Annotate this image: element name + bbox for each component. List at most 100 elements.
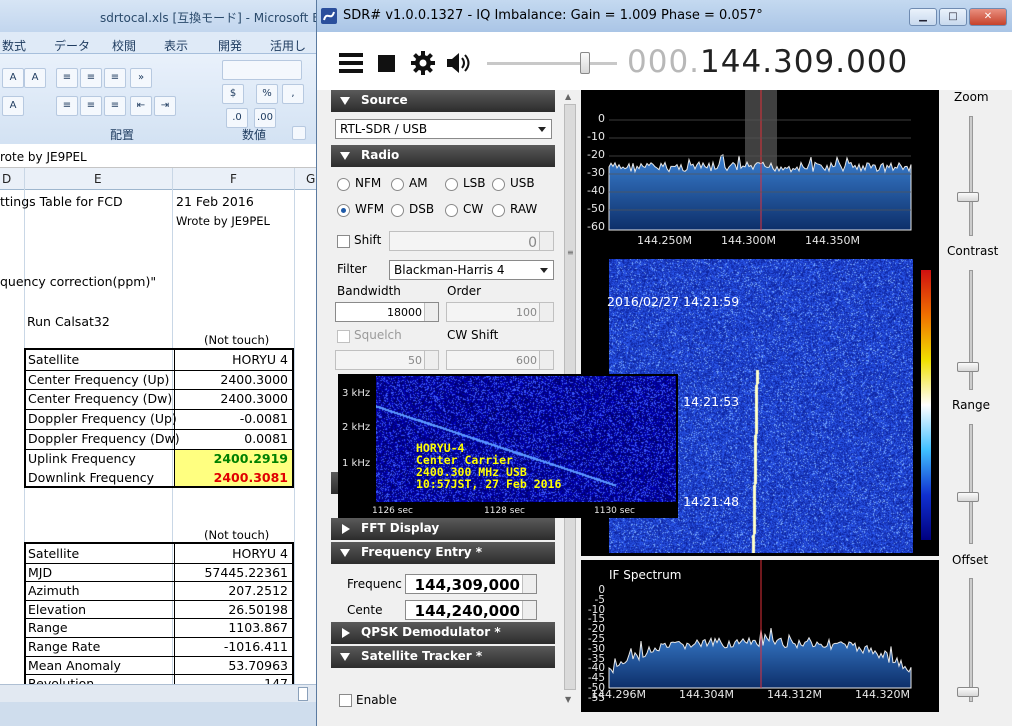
orientation-icon[interactable]: » xyxy=(130,68,152,88)
bandwidth-spinner[interactable]: 18000 xyxy=(335,302,439,322)
stop-icon[interactable] xyxy=(378,55,395,72)
table-cell-value[interactable]: 2400.3000 xyxy=(220,391,288,406)
order-spinner[interactable]: 100 xyxy=(446,302,554,322)
table-cell-label[interactable]: Uplink Frequency xyxy=(28,451,136,466)
cwshift-spinner[interactable]: 600 xyxy=(446,350,554,370)
range-slider[interactable] xyxy=(969,424,973,544)
table-cell-label[interactable]: Mean Anomaly xyxy=(28,658,121,673)
currency-icon[interactable]: $ xyxy=(222,84,244,104)
align-top-icon[interactable]: ≡ xyxy=(56,68,78,88)
align-left-icon[interactable]: ≡ xyxy=(56,96,78,116)
radio-usb[interactable] xyxy=(492,178,505,191)
volume-thumb[interactable] xyxy=(580,52,590,74)
table-cell-value[interactable]: -1016.411 xyxy=(224,639,288,654)
freq-main-digits[interactable]: 144.309.000 xyxy=(700,44,908,80)
table-cell-label[interactable]: MJD xyxy=(28,565,52,580)
source-select[interactable]: RTL-SDR / USB xyxy=(335,119,552,139)
speaker-icon[interactable] xyxy=(446,52,472,74)
decimal-increase-icon[interactable]: .0 xyxy=(226,108,248,128)
table-cell-label[interactable]: Center Frequency (Up) xyxy=(28,372,169,387)
shift-checkbox[interactable] xyxy=(337,235,350,248)
table-cell-value[interactable]: 207.2512 xyxy=(228,583,288,598)
section-satellite-tracker[interactable]: Satellite Tracker * xyxy=(331,646,555,668)
squelch-checkbox[interactable] xyxy=(337,330,350,343)
radio-raw[interactable] xyxy=(492,204,505,217)
table-cell-value[interactable]: 53.70963 xyxy=(228,658,288,673)
contrast-thumb[interactable] xyxy=(957,362,979,372)
section-fft-display[interactable]: FFT Display xyxy=(331,518,555,540)
cell-e-run-calsat[interactable]: Run Calsat32 xyxy=(27,314,110,329)
cente-spinner[interactable]: 144,240,000 xyxy=(405,600,537,620)
cell-e-freq-correction[interactable]: quency correction(ppm)" xyxy=(0,274,156,289)
tab-developer[interactable]: 開発 xyxy=(218,37,242,54)
formula-bar[interactable]: rote by JE9PEL xyxy=(0,144,316,168)
cell-note-2[interactable]: (Not touch) xyxy=(204,528,269,542)
if-spectrum-display[interactable]: IF Spectrum 0 -5 -10 -15 -20 -25 -30 -35 -40 -45-… xyxy=(581,560,939,712)
align-middle-icon[interactable]: ≡ xyxy=(80,68,102,88)
range-thumb[interactable] xyxy=(957,492,979,502)
table-cell-label[interactable]: Downlink Frequency xyxy=(28,470,154,485)
percent-icon[interactable]: % xyxy=(256,84,278,104)
col-header-f[interactable]: F xyxy=(230,172,237,186)
table-cell-label[interactable]: Doppler Frequency (Dw) xyxy=(28,431,180,446)
section-radio[interactable]: Radio xyxy=(331,145,555,167)
table-cell-label[interactable]: Range xyxy=(28,620,68,635)
col-header-g[interactable]: G xyxy=(306,172,315,186)
comma-icon[interactable]: , xyxy=(282,84,304,104)
maximize-button[interactable]: □ xyxy=(939,8,967,26)
cell-note-1[interactable]: (Not touch) xyxy=(204,333,269,347)
section-qpsk[interactable]: QPSK Demodulator * xyxy=(331,622,555,644)
table-cell-label[interactable]: Elevation xyxy=(28,602,86,617)
decimal-decrease-icon[interactable]: .00 xyxy=(254,108,276,128)
align-right-icon[interactable]: ≡ xyxy=(104,96,126,116)
font-shrink-icon[interactable]: A xyxy=(24,68,46,88)
table-cell-label[interactable]: Doppler Frequency (Up) xyxy=(28,411,177,426)
table-cell-value[interactable]: HORYU 4 xyxy=(232,546,288,561)
tab-review[interactable]: 校閲 xyxy=(112,37,136,54)
table-cell-label[interactable]: Azimuth xyxy=(28,583,80,598)
table-cell-label[interactable]: Range Rate xyxy=(28,639,100,654)
table-cell-value[interactable]: 1103.867 xyxy=(228,620,288,635)
section-frequency-entry[interactable]: Frequency Entry * xyxy=(331,542,555,564)
contrast-slider[interactable] xyxy=(969,270,973,390)
radio-am[interactable] xyxy=(391,178,404,191)
col-header-e[interactable]: E xyxy=(94,172,102,186)
zoom-slider[interactable] xyxy=(969,116,973,236)
cell-f-date[interactable]: 21 Feb 2016 xyxy=(176,194,254,209)
close-button[interactable]: ✕ xyxy=(969,8,1007,26)
tab-formulas[interactable]: 数式 xyxy=(2,37,26,54)
cell-f-author[interactable]: Wrote by JE9PEL xyxy=(176,214,270,228)
font-color-icon[interactable]: A xyxy=(2,96,24,116)
align-bottom-icon[interactable]: ≡ xyxy=(104,68,126,88)
table-cell-value[interactable]: 26.50198 xyxy=(228,602,288,617)
spectrum-display[interactable]: 0 -10 -20 -30 -40 -50 -60 144.250M 144.300M 144.3… xyxy=(581,90,939,256)
table-cell-value[interactable]: 57445.22361 xyxy=(204,565,288,580)
cell-e-title[interactable]: ttings Table for FCD xyxy=(0,194,123,209)
font-grow-icon[interactable]: A xyxy=(2,68,24,88)
frequency-display[interactable]: 000.144.309.000 xyxy=(627,44,908,80)
table-cell-value[interactable]: 0.0081 xyxy=(244,431,288,446)
gear-icon[interactable] xyxy=(411,51,435,75)
tab-data[interactable]: データ xyxy=(54,37,90,54)
frequenc-spinner[interactable]: 144,309,000 xyxy=(405,574,537,594)
tab-view[interactable]: 表示 xyxy=(164,37,188,54)
section-source[interactable]: Source xyxy=(331,90,555,112)
volume-slider[interactable] xyxy=(487,62,617,65)
table-cell-value[interactable]: 2400.2919 xyxy=(214,451,288,466)
offset-thumb[interactable] xyxy=(957,687,979,697)
radio-dsb[interactable] xyxy=(391,204,404,217)
table-cell-value[interactable]: -0.0081 xyxy=(240,411,288,426)
col-header-d[interactable]: D xyxy=(2,172,11,186)
table-cell-label[interactable]: Satellite xyxy=(28,352,79,367)
shift-spinner[interactable]: 0 xyxy=(389,231,554,251)
table-cell-label[interactable]: Satellite xyxy=(28,546,79,561)
menu-icon[interactable] xyxy=(339,52,363,74)
radio-wfm[interactable] xyxy=(337,204,350,217)
radio-nfm[interactable] xyxy=(337,178,350,191)
minimize-button[interactable]: ▁ xyxy=(909,8,937,26)
zoom-thumb[interactable] xyxy=(957,192,979,202)
number-format-select[interactable] xyxy=(222,60,302,80)
offset-slider[interactable] xyxy=(969,578,973,702)
radio-cw[interactable] xyxy=(445,204,458,217)
squelch-spinner[interactable]: 50 xyxy=(335,350,439,370)
